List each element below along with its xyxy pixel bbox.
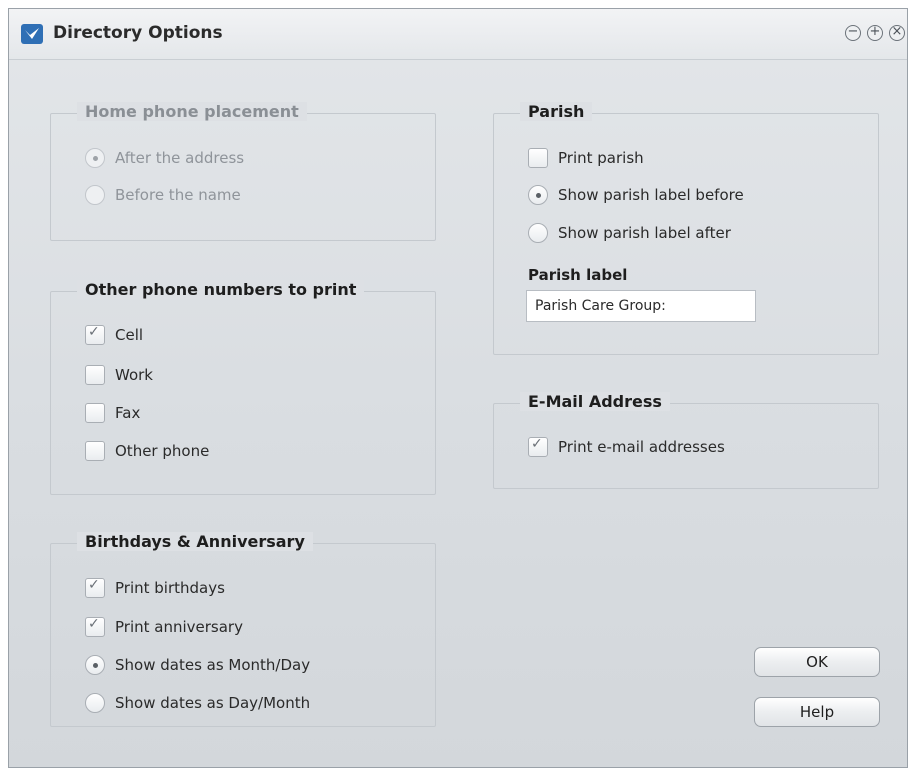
option-label: Other phone — [115, 442, 210, 460]
option-label: Print anniversary — [115, 618, 243, 636]
option-label: Show dates as Month/Day — [115, 656, 311, 674]
option-label: Show dates as Day/Month — [115, 694, 311, 712]
radio-after-address[interactable]: After the address — [85, 145, 244, 171]
directory-options-window: Directory Options − + × Home phone place… — [8, 8, 908, 768]
radio-month-day[interactable]: Show dates as Month/Day — [85, 652, 310, 678]
checkbox-print-birthdays[interactable]: ✓ Print birthdays — [85, 575, 225, 601]
birthdays-anniversary-group: Birthdays & Anniversary ✓ Print birthday… — [50, 532, 436, 727]
parish-label-title: Parish label — [528, 266, 628, 284]
radio-day-month[interactable]: Show dates as Day/Month — [85, 690, 310, 716]
parish-label-input[interactable] — [526, 290, 756, 322]
checkbox-icon: ✓ — [85, 577, 105, 598]
email-address-legend: E-Mail Address — [520, 392, 670, 411]
radio-icon — [85, 148, 105, 168]
checkbox-icon — [85, 441, 105, 461]
parish-group: Parish Print parish Show parish label be… — [493, 102, 879, 355]
parish-legend: Parish — [520, 102, 593, 121]
option-label: After the address — [115, 149, 245, 167]
title-bar: Directory Options − + × — [9, 9, 907, 60]
option-label: Work — [115, 366, 153, 384]
radio-parish-label-after[interactable]: Show parish label after — [528, 220, 731, 246]
maximize-icon[interactable]: + — [867, 25, 883, 41]
other-phone-numbers-legend: Other phone numbers to print — [77, 280, 365, 299]
checkbox-fax[interactable]: Fax — [85, 400, 140, 426]
option-label: Show parish label before — [558, 186, 744, 204]
radio-before-name[interactable]: Before the name — [85, 182, 241, 208]
option-label: Print parish — [558, 149, 644, 167]
close-icon[interactable]: × — [889, 25, 905, 41]
home-phone-placement-legend: Home phone placement — [77, 102, 307, 121]
ok-button[interactable]: OK — [754, 647, 880, 677]
email-address-group: E-Mail Address ✓ Print e-mail addresses — [493, 392, 879, 489]
radio-icon — [85, 655, 105, 675]
option-label: Show parish label after — [558, 224, 731, 242]
window-title: Directory Options — [53, 23, 223, 43]
checkbox-icon: ✓ — [85, 324, 105, 345]
radio-icon — [85, 185, 105, 205]
checkbox-icon — [85, 365, 105, 385]
radio-icon — [528, 185, 548, 205]
option-label: Cell — [115, 326, 144, 344]
home-phone-placement-group: Home phone placement After the address B… — [50, 102, 436, 241]
checkbox-other-phone[interactable]: Other phone — [85, 438, 209, 464]
checkbox-icon: ✓ — [528, 436, 548, 457]
app-icon — [21, 24, 43, 44]
checkbox-cell[interactable]: ✓ Cell — [85, 322, 143, 348]
option-label: Fax — [115, 404, 141, 422]
checkbox-print-email[interactable]: ✓ Print e-mail addresses — [528, 434, 725, 460]
option-label: Print birthdays — [115, 579, 225, 597]
checkbox-work[interactable]: Work — [85, 362, 153, 388]
minimize-icon[interactable]: − — [845, 25, 861, 41]
birthdays-anniversary-legend: Birthdays & Anniversary — [77, 532, 313, 551]
radio-parish-label-before[interactable]: Show parish label before — [528, 182, 744, 208]
checkbox-icon — [528, 148, 548, 168]
radio-icon — [528, 223, 548, 243]
option-label: Before the name — [115, 186, 241, 204]
checkbox-print-parish[interactable]: Print parish — [528, 145, 644, 171]
checkbox-print-anniversary[interactable]: ✓ Print anniversary — [85, 614, 243, 640]
option-label: Print e-mail addresses — [558, 438, 725, 456]
other-phone-numbers-group: Other phone numbers to print ✓ Cell Work… — [50, 280, 436, 495]
checkbox-icon — [85, 403, 105, 423]
help-button[interactable]: Help — [754, 697, 880, 727]
radio-icon — [85, 693, 105, 713]
checkbox-icon: ✓ — [85, 616, 105, 637]
